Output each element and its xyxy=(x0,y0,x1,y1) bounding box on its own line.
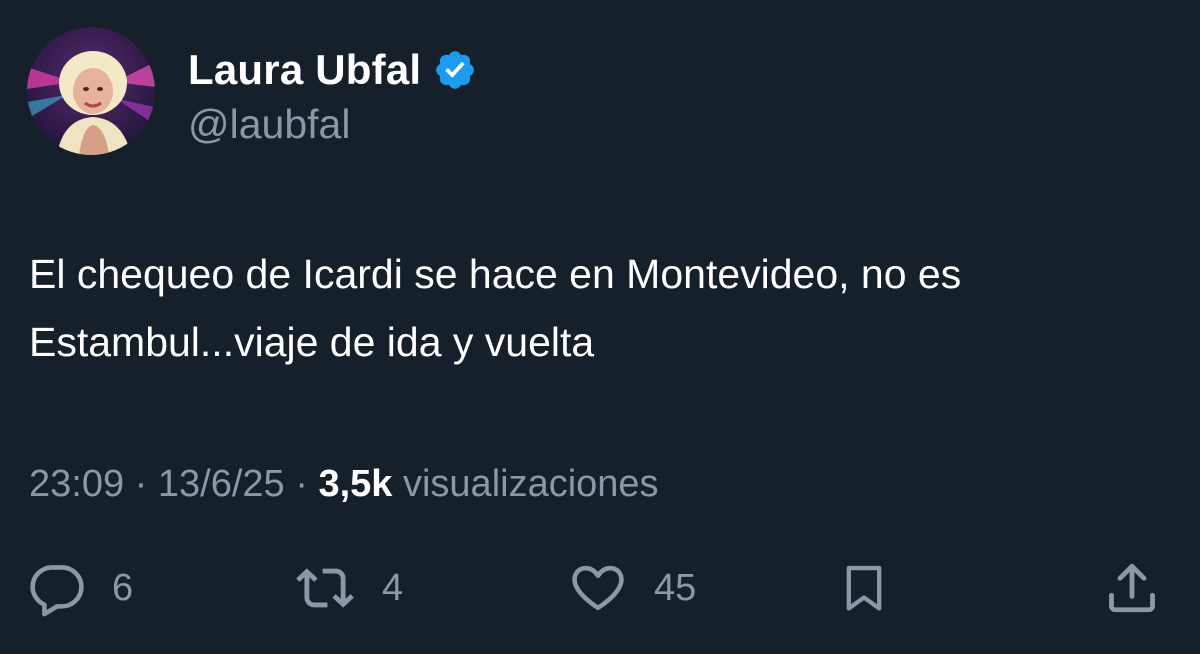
tweet-date[interactable]: 13/6/25 xyxy=(158,463,285,505)
user-handle[interactable]: @laubfal xyxy=(188,98,350,150)
tweet-metadata: 23:09 · 13/6/25 · 3,5k visualizaciones xyxy=(29,458,659,510)
tweet-text: El chequeo de Icardi se hace en Montevid… xyxy=(29,251,962,365)
reply-button[interactable]: 6 xyxy=(28,558,133,618)
meta-separator: · xyxy=(124,463,158,505)
verified-badge-icon xyxy=(433,48,477,92)
share-icon xyxy=(1103,559,1161,617)
retweet-button[interactable]: 4 xyxy=(294,558,403,618)
reply-icon xyxy=(28,559,86,617)
share-button[interactable] xyxy=(1103,558,1161,618)
like-count: 45 xyxy=(654,566,697,609)
meta-separator: · xyxy=(284,463,319,505)
views-count[interactable]: 3,5k xyxy=(318,463,392,505)
heart-icon xyxy=(568,559,628,617)
display-name[interactable]: Laura Ubfal xyxy=(188,44,477,96)
bookmark-icon xyxy=(838,559,890,617)
retweet-icon xyxy=(294,559,356,617)
retweet-count: 4 xyxy=(382,566,404,609)
reply-count: 6 xyxy=(112,566,134,609)
views-label: visualizaciones xyxy=(392,463,659,505)
like-button[interactable]: 45 xyxy=(568,558,696,618)
tweet-time[interactable]: 23:09 xyxy=(29,463,124,505)
avatar[interactable] xyxy=(27,27,155,155)
bookmark-button[interactable] xyxy=(838,558,890,618)
display-name-text[interactable]: Laura Ubfal xyxy=(188,44,421,96)
